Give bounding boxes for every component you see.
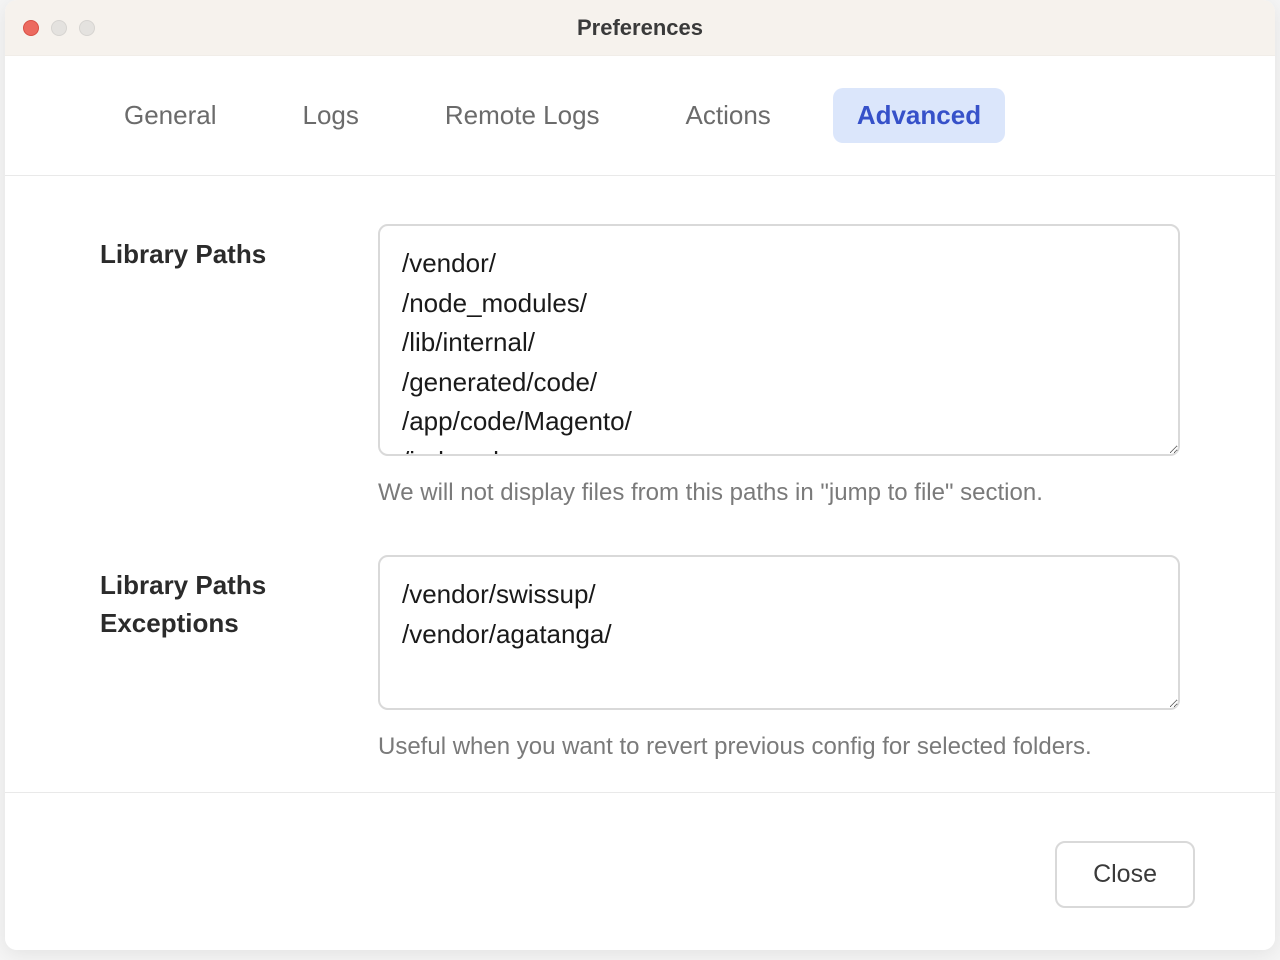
- library-paths-exceptions-help: Useful when you want to revert previous …: [378, 733, 1180, 761]
- traffic-lights: [5, 20, 95, 36]
- preferences-window: Preferences General Logs Remote Logs Act…: [5, 0, 1275, 950]
- window-title: Preferences: [5, 15, 1275, 41]
- tab-logs[interactable]: Logs: [279, 88, 383, 143]
- library-paths-label: Library Paths: [100, 224, 378, 274]
- field-library-paths-exceptions: Library Paths Exceptions Useful when you…: [100, 555, 1180, 761]
- library-paths-body: We will not display files from this path…: [378, 224, 1180, 507]
- tabs: General Logs Remote Logs Actions Advance…: [5, 56, 1275, 176]
- tab-advanced[interactable]: Advanced: [833, 88, 1005, 143]
- minimize-window-button[interactable]: [51, 20, 67, 36]
- titlebar: Preferences: [5, 0, 1275, 56]
- tab-remote-logs[interactable]: Remote Logs: [421, 88, 624, 143]
- library-paths-exceptions-label: Library Paths Exceptions: [100, 555, 378, 642]
- library-paths-help: We will not display files from this path…: [378, 479, 1180, 507]
- library-paths-exceptions-input[interactable]: [378, 555, 1180, 710]
- library-paths-exceptions-body: Useful when you want to revert previous …: [378, 555, 1180, 761]
- close-button[interactable]: Close: [1055, 841, 1195, 908]
- content: Library Paths We will not display files …: [5, 176, 1275, 792]
- maximize-window-button[interactable]: [79, 20, 95, 36]
- field-library-paths: Library Paths We will not display files …: [100, 224, 1180, 507]
- footer: Close: [5, 792, 1275, 950]
- tab-general[interactable]: General: [100, 88, 241, 143]
- library-paths-input[interactable]: [378, 224, 1180, 456]
- close-window-button[interactable]: [23, 20, 39, 36]
- tab-actions[interactable]: Actions: [662, 88, 795, 143]
